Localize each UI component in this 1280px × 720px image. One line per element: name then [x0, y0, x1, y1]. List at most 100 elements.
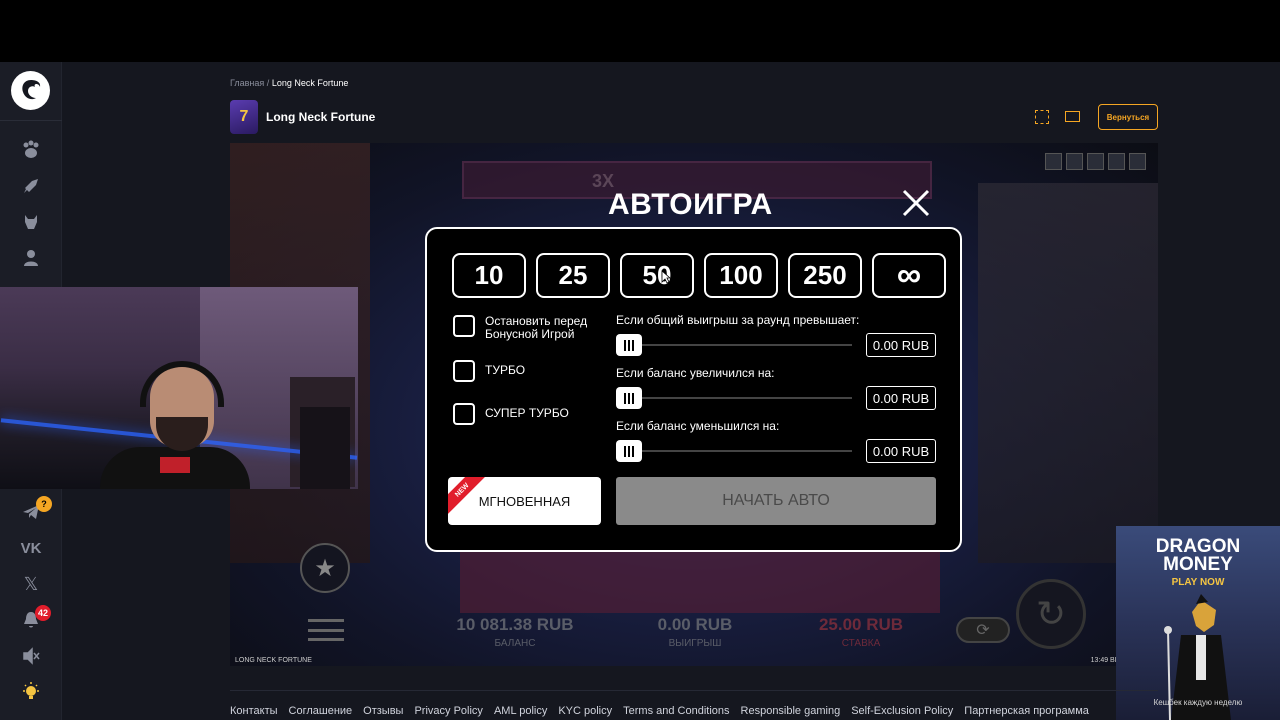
checkbox-label: ТУРБО — [485, 363, 526, 377]
game-toolbar — [1045, 153, 1146, 170]
sidebar-item-vk[interactable]: VK — [19, 536, 43, 560]
trophy-icon[interactable] — [1129, 153, 1146, 170]
footer-link-contacts[interactable]: Контакты — [230, 705, 278, 717]
sidebar-item-theme[interactable] — [19, 680, 43, 704]
breadcrumb: Главная / Long Neck Fortune — [230, 78, 348, 88]
condition-total-win: Если общий выигрыш за раунд превышает: 0… — [616, 313, 936, 357]
checkbox-label: СУПЕР ТУРБО — [485, 406, 569, 420]
loop-icon: ⟳ — [976, 622, 990, 639]
condition-slider[interactable] — [616, 334, 852, 356]
checkbox-box[interactable] — [453, 315, 475, 337]
count-option-250[interactable]: 250 — [788, 253, 862, 298]
win-display: 0.00 RUB ВЫИГРЫШ — [630, 615, 760, 649]
condition-value[interactable]: 0.00 RUB — [866, 386, 936, 410]
sound-icon[interactable] — [1066, 153, 1083, 170]
start-autoplay-button[interactable]: НАЧАТЬ АВТО — [616, 477, 936, 525]
condition-value[interactable]: 0.00 RUB — [866, 439, 936, 463]
sidebar-item-profile[interactable] — [19, 246, 43, 270]
autoplay-toggle[interactable]: ⟳ — [956, 617, 1010, 643]
count-option-25[interactable]: 25 — [536, 253, 610, 298]
slider-handle[interactable] — [616, 440, 642, 462]
condition-label: Если общий выигрыш за раунд превышает: — [616, 313, 860, 327]
autoplay-title: АВТОИГРА — [608, 188, 773, 221]
back-button[interactable]: Вернуться — [1098, 104, 1158, 130]
footer-link-kyc[interactable]: KYC policy — [558, 705, 612, 717]
language-icon[interactable] — [1108, 153, 1125, 170]
fullscreen-icon[interactable] — [1035, 110, 1049, 124]
spin-count-options: 10 25 50 100 250 ∞ — [452, 253, 946, 298]
top-black-bar — [0, 0, 1280, 62]
promo-caption: Кешбек каждую неделю — [1153, 698, 1243, 707]
count-option-10[interactable]: 10 — [452, 253, 526, 298]
condition-label: Если баланс уменьшился на: — [616, 419, 780, 433]
condition-balance-increase: Если баланс увеличился на: 0.00 RUB — [616, 366, 936, 410]
condition-slider[interactable] — [616, 387, 852, 409]
footer-link-partners[interactable]: Партнерская программа — [964, 705, 1089, 717]
footer-link-privacy[interactable]: Privacy Policy — [414, 705, 482, 717]
footer-divider — [230, 690, 1158, 691]
footer-link-responsible[interactable]: Responsible gaming — [741, 705, 841, 717]
breadcrumb-home[interactable]: Главная — [230, 78, 264, 88]
win-label: ВЫИГРЫШ — [668, 638, 722, 649]
game-name-footer: LONG NECK FORTUNE — [235, 657, 312, 664]
condition-value[interactable]: 0.00 RUB — [866, 333, 936, 357]
slider-track — [636, 450, 852, 452]
background-building-right — [978, 183, 1158, 563]
home-icon[interactable] — [1045, 153, 1062, 170]
reels-area — [460, 543, 940, 613]
rocket-icon — [24, 179, 38, 193]
breadcrumb-separator: / — [266, 78, 270, 88]
help-badge: ? — [36, 496, 52, 512]
promo-title: DRAGON MONEY — [1116, 537, 1280, 574]
count-option-infinite[interactable]: ∞ — [872, 253, 946, 298]
instant-play-label: МГНОВЕННАЯ — [478, 493, 571, 509]
webcam-chair — [300, 407, 350, 489]
theater-mode-icon[interactable] — [1065, 111, 1080, 122]
count-option-100[interactable]: 100 — [704, 253, 778, 298]
checkbox-label: Остановить перед Бонусной Игрой — [485, 314, 588, 341]
sidebar-divider — [0, 120, 62, 121]
mute-icon — [23, 647, 40, 665]
autoplay-panel: 10 25 50 100 250 ∞ Остановить перед Бону… — [425, 227, 962, 552]
instant-play-button[interactable]: NEW МГНОВЕННАЯ — [448, 477, 601, 525]
webcam-red-object — [160, 457, 190, 473]
footer-link-self-exclusion[interactable]: Self-Exclusion Policy — [851, 705, 953, 717]
close-icon — [902, 189, 930, 217]
balance-value: 10 081.38 RUB — [456, 615, 574, 634]
super-turbo-checkbox[interactable]: СУПЕР ТУРБО — [453, 403, 569, 425]
bet-display[interactable]: 25.00 RUB СТАВКА — [796, 615, 926, 649]
checkbox-box[interactable] — [453, 403, 475, 425]
spin-icon: ↻ — [1035, 593, 1067, 634]
footer-link-aml[interactable]: AML policy — [494, 705, 547, 717]
count-option-50[interactable]: 50 — [620, 253, 694, 298]
slider-handle[interactable] — [616, 334, 642, 356]
condition-slider[interactable] — [616, 440, 852, 462]
slider-handle[interactable] — [616, 387, 642, 409]
close-autoplay-button[interactable] — [899, 186, 933, 220]
mouse-cursor-icon — [661, 270, 671, 284]
game-menu-button[interactable] — [308, 619, 344, 641]
condition-label: Если баланс увеличился на: — [616, 366, 775, 380]
footer-link-terms[interactable]: Terms and Conditions — [623, 705, 729, 717]
sidebar-item-rocket[interactable] — [19, 174, 43, 198]
spin-button[interactable]: ↻ — [1016, 579, 1086, 649]
balance-display: 10 081.38 RUB БАЛАНС — [440, 615, 590, 649]
site-logo[interactable] — [11, 71, 50, 110]
sidebar-item-mascot[interactable] — [19, 210, 43, 234]
slider-track — [636, 344, 852, 346]
sidebar-item-x[interactable]: 𝕏 — [19, 572, 43, 596]
notifications-badge: 42 — [35, 605, 51, 621]
favorite-button[interactable]: ★ — [300, 543, 350, 593]
star-icon: ★ — [314, 554, 336, 582]
stop-before-bonus-checkbox[interactable]: Остановить перед Бонусной Игрой — [453, 315, 595, 341]
breadcrumb-current: Long Neck Fortune — [271, 78, 349, 88]
paw-icon — [23, 140, 39, 158]
sidebar-item-sound[interactable] — [19, 644, 43, 668]
footer-link-agreement[interactable]: Соглашение — [289, 705, 353, 717]
turbo-checkbox[interactable]: ТУРБО — [453, 360, 525, 382]
sidebar-item-cases[interactable] — [19, 138, 43, 162]
checkbox-box[interactable] — [453, 360, 475, 382]
expand-icon[interactable] — [1087, 153, 1104, 170]
vk-icon: VK — [20, 539, 42, 557]
footer-link-reviews[interactable]: Отзывы — [363, 705, 403, 717]
